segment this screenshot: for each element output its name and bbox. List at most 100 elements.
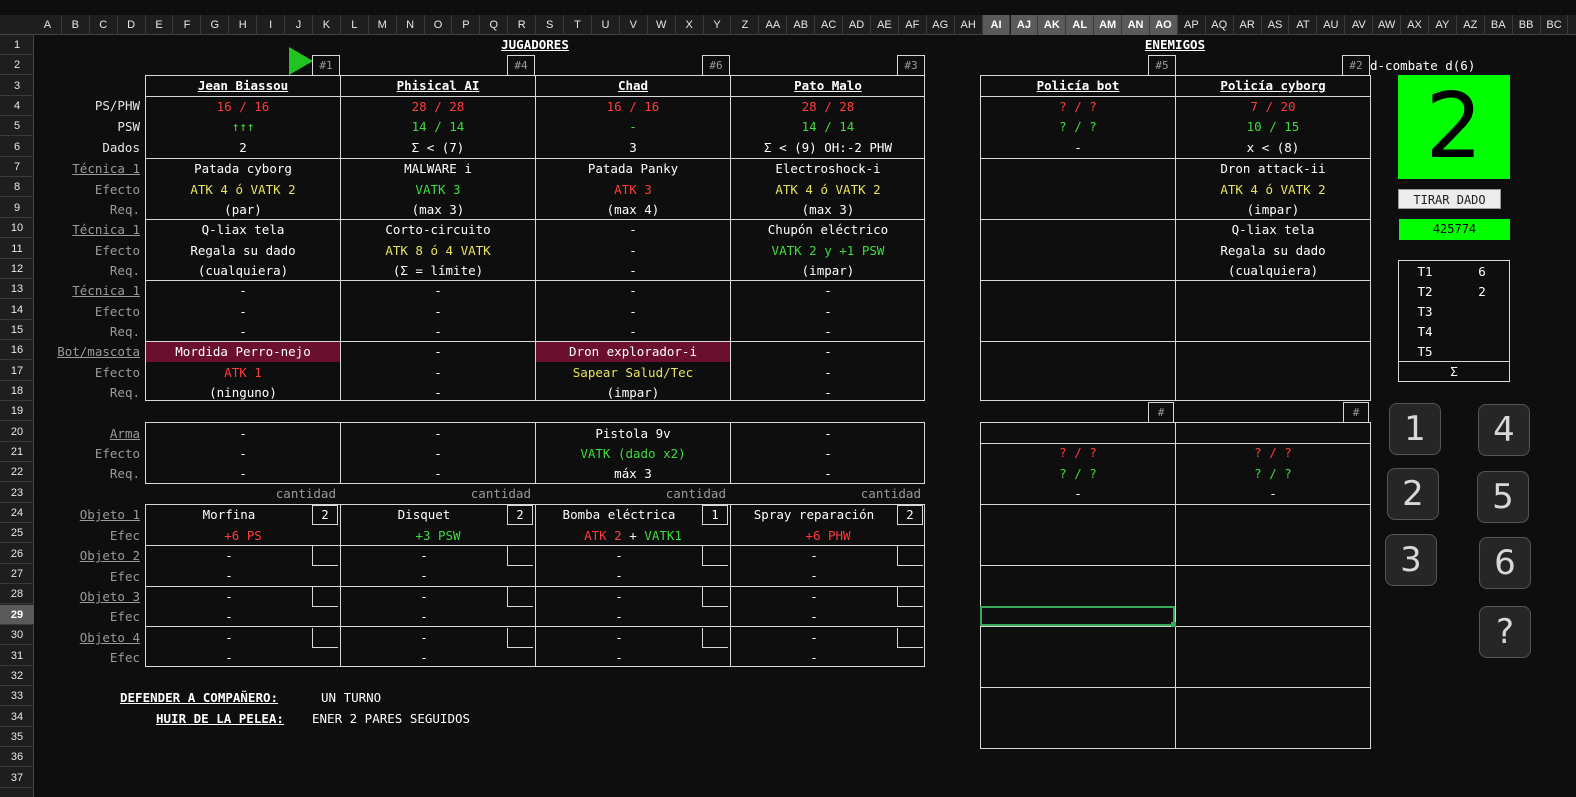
column-header[interactable]: AU	[1317, 15, 1346, 35]
row-header[interactable]: 32	[0, 666, 34, 686]
object-quantity[interactable]	[507, 587, 533, 607]
row-header[interactable]: 27	[0, 564, 34, 585]
row-header[interactable]: 3	[0, 76, 34, 96]
object-quantity[interactable]	[507, 546, 533, 566]
column-header[interactable]: H	[229, 15, 258, 35]
object-quantity[interactable]	[312, 628, 338, 648]
object-quantity[interactable]: 1	[702, 505, 728, 525]
object-quantity[interactable]	[897, 628, 923, 648]
row-header[interactable]: 26	[0, 544, 34, 564]
row-header[interactable]: 9	[0, 198, 34, 218]
row-header[interactable]: 8	[0, 177, 34, 198]
row-header[interactable]: 25	[0, 523, 34, 544]
row-header[interactable]: 23	[0, 483, 34, 503]
row-header[interactable]: 15	[0, 320, 34, 340]
row-header[interactable]: 11	[0, 239, 34, 259]
column-header[interactable]: AL	[1066, 15, 1095, 35]
column-header[interactable]: AM	[1094, 15, 1123, 35]
column-header[interactable]: AR	[1234, 15, 1262, 35]
column-header[interactable]: N	[397, 15, 425, 35]
row-header[interactable]: 5	[0, 116, 34, 137]
column-header[interactable]: AF	[899, 15, 927, 35]
column-header[interactable]: AC	[815, 15, 844, 35]
row-header[interactable]: 4	[0, 96, 34, 117]
column-header[interactable]: AH	[955, 15, 983, 35]
column-header[interactable]: J	[285, 15, 313, 35]
column-header[interactable]: Q	[480, 15, 509, 35]
row-header[interactable]: 19	[0, 401, 34, 422]
row-header[interactable]: 20	[0, 422, 34, 442]
column-header[interactable]: L	[341, 15, 369, 35]
row-header[interactable]: 1	[0, 35, 34, 55]
object-quantity[interactable]: 2	[507, 505, 533, 525]
column-header[interactable]: Y	[704, 15, 732, 35]
column-header[interactable]: K	[313, 15, 341, 35]
column-header[interactable]: B	[62, 15, 90, 35]
row-header[interactable]: 14	[0, 300, 34, 320]
column-header[interactable]: D	[118, 15, 146, 35]
column-header[interactable]: R	[508, 15, 537, 35]
column-header[interactable]: BB	[1513, 15, 1541, 35]
row-header[interactable]: 34	[0, 707, 34, 727]
column-header[interactable]: AT	[1290, 15, 1318, 35]
dice-button-1[interactable]: 1	[1389, 403, 1441, 455]
row-header[interactable]: 33	[0, 686, 34, 707]
column-header[interactable]: AN	[1122, 15, 1150, 35]
object-quantity[interactable]	[897, 546, 923, 566]
dice-button-6[interactable]: 6	[1479, 537, 1531, 589]
row-header[interactable]: 18	[0, 381, 34, 401]
column-header[interactable]: AI	[982, 15, 1011, 35]
column-header[interactable]: X	[676, 15, 704, 35]
column-header[interactable]: G	[201, 15, 230, 35]
row-header[interactable]: 17	[0, 361, 34, 381]
object-quantity[interactable]	[702, 546, 728, 566]
column-header[interactable]: V	[620, 15, 648, 35]
row-header[interactable]: 16	[0, 340, 34, 361]
column-header[interactable]: T	[564, 15, 592, 35]
column-header[interactable]: I	[257, 15, 286, 35]
column-header[interactable]: F	[174, 15, 202, 35]
column-header[interactable]: AO	[1150, 15, 1178, 35]
dice-button-4[interactable]: 4	[1478, 404, 1530, 456]
row-header[interactable]: 36	[0, 747, 34, 768]
column-header[interactable]: AB	[787, 15, 816, 35]
column-header[interactable]: M	[369, 15, 397, 35]
column-header[interactable]: W	[648, 15, 676, 35]
row-header[interactable]: 31	[0, 646, 34, 666]
column-header[interactable]: BA	[1485, 15, 1513, 35]
column-header[interactable]: O	[425, 15, 453, 35]
column-header[interactable]: AE	[871, 15, 899, 35]
row-header[interactable]: 22	[0, 462, 34, 483]
fill-handle[interactable]	[1171, 622, 1176, 627]
object-quantity[interactable]	[702, 628, 728, 648]
row-header[interactable]: 29	[0, 604, 34, 625]
column-header[interactable]: Z	[732, 15, 760, 35]
dice-button-3[interactable]: 3	[1385, 534, 1437, 586]
column-header[interactable]: AS	[1262, 15, 1290, 35]
selected-cell[interactable]	[980, 606, 1175, 626]
column-header[interactable]: AA	[759, 15, 788, 35]
row-header[interactable]: 10	[0, 218, 34, 239]
row-header[interactable]: 21	[0, 442, 34, 462]
column-header[interactable]: AJ	[1010, 15, 1039, 35]
dice-button-help[interactable]: ?	[1479, 606, 1531, 658]
object-quantity[interactable]	[312, 587, 338, 607]
column-header[interactable]: AY	[1429, 15, 1457, 35]
column-header[interactable]: AD	[843, 15, 871, 35]
object-quantity[interactable]	[507, 628, 533, 648]
row-header[interactable]: 35	[0, 727, 34, 747]
column-header[interactable]: AQ	[1206, 15, 1234, 35]
column-header[interactable]: BC	[1541, 15, 1569, 35]
column-header[interactable]: P	[453, 15, 481, 35]
column-header[interactable]: A	[34, 15, 62, 35]
dice-button-2[interactable]: 2	[1387, 468, 1439, 520]
object-quantity[interactable]	[897, 587, 923, 607]
object-quantity[interactable]: 2	[312, 505, 338, 525]
row-header[interactable]: 12	[0, 259, 34, 279]
dice-button-5[interactable]: 5	[1477, 471, 1529, 523]
column-header[interactable]: AG	[927, 15, 955, 35]
object-quantity[interactable]	[702, 587, 728, 607]
column-header[interactable]: AZ	[1457, 15, 1485, 35]
row-header[interactable]: 24	[0, 503, 34, 524]
row-header[interactable]: 6	[0, 137, 34, 157]
